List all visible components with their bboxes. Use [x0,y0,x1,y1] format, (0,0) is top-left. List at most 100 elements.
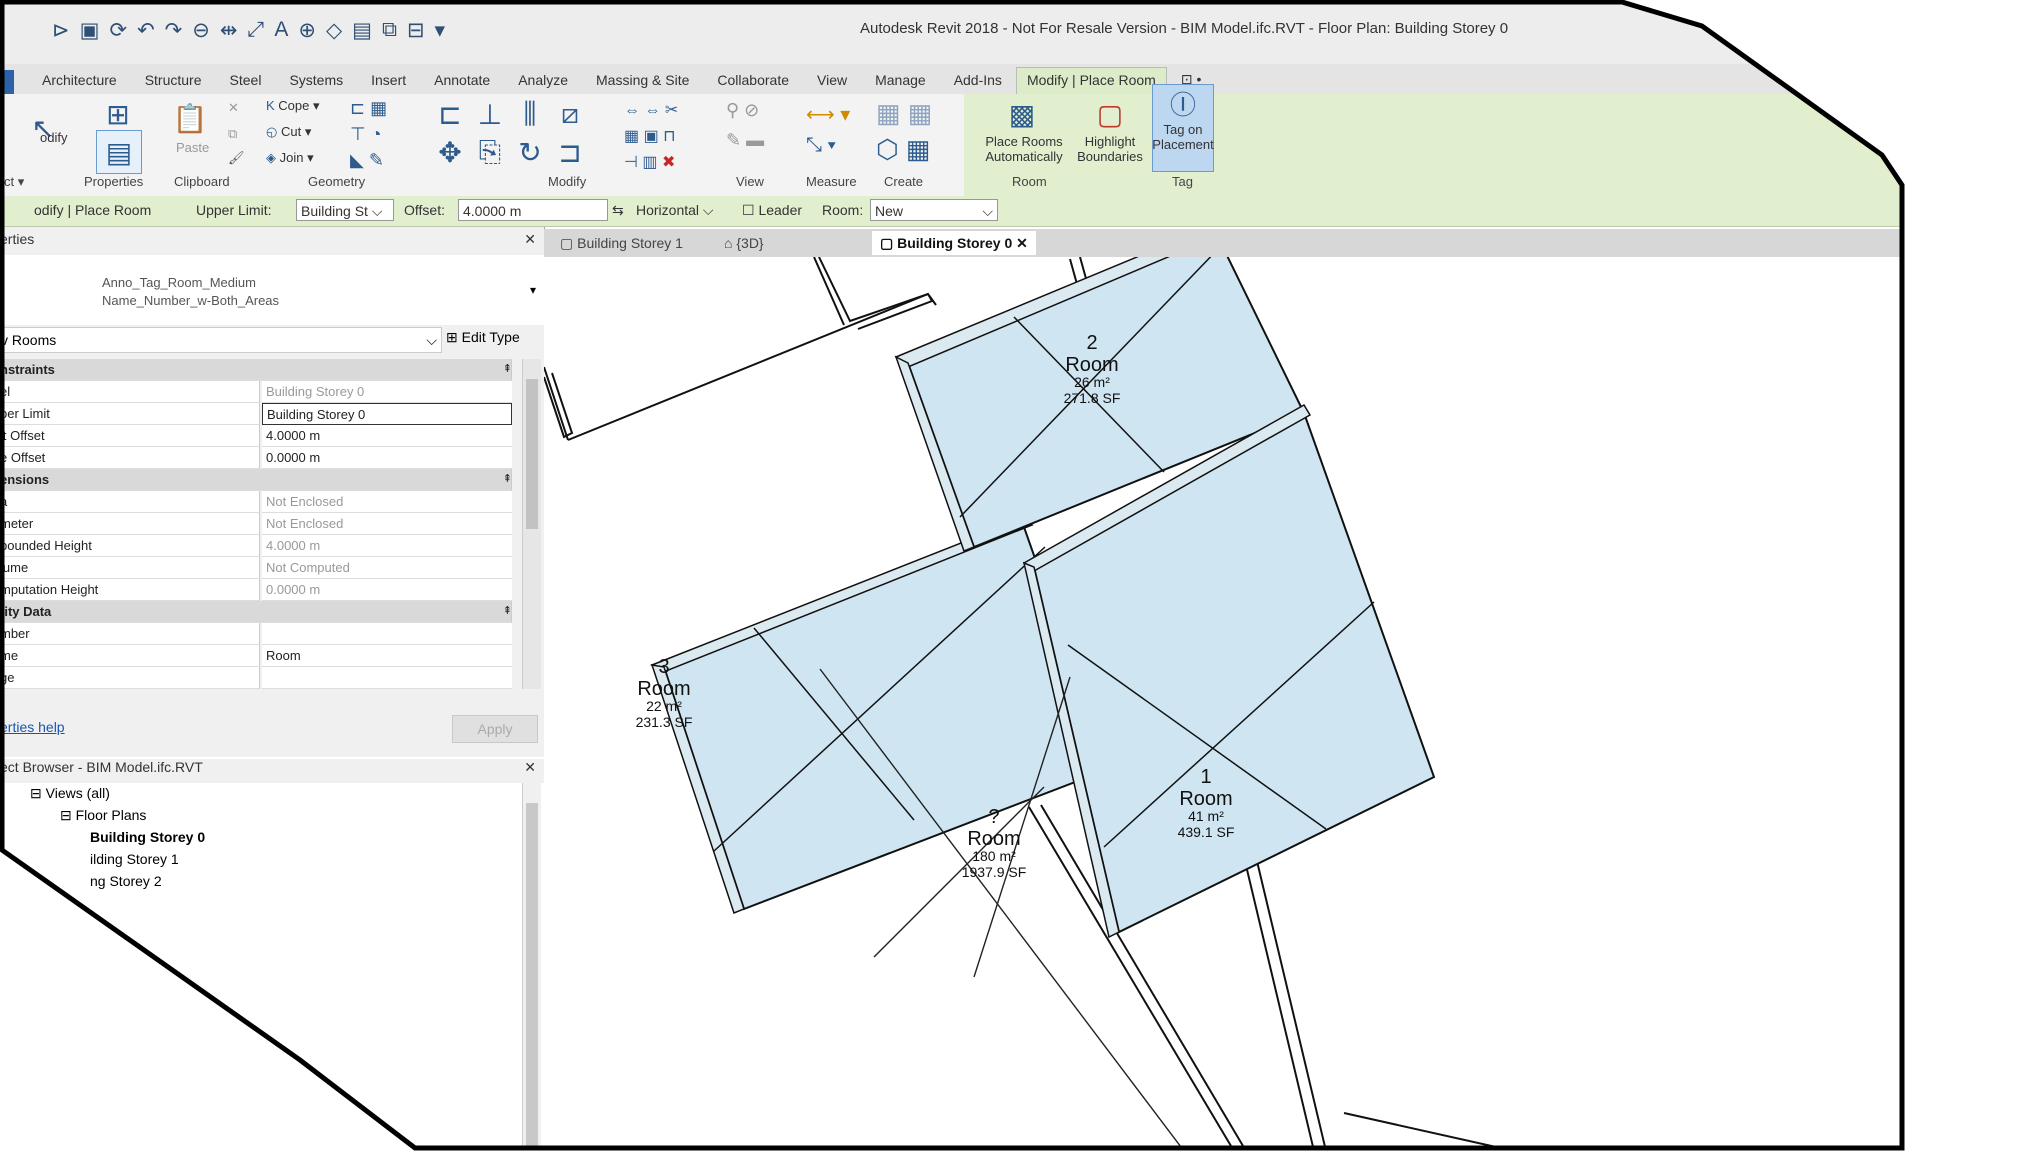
cut-clipboard-icon[interactable]: ✕ [228,100,239,116]
measure-icon[interactable]: ⟷ ▾ [806,102,850,127]
match-type-icon[interactable]: 🖌 [228,150,245,166]
override-graphics-icon[interactable]: ✎ ▬ [726,130,764,151]
room-select[interactable]: New ⌵ [870,199,998,221]
view-tools-icon[interactable]: ⚲ ⊘ [726,100,759,121]
trim-button[interactable]: ⊐ [552,134,588,170]
modify-button[interactable]: ↖ [30,98,56,158]
offset-input[interactable]: 4.0000 m [458,199,608,221]
browser-tree-item[interactable]: ng Storey 2 [90,873,162,889]
close-hidden-icon[interactable]: ⧉ [382,18,397,42]
delete-icon[interactable]: ✖ [662,154,675,171]
browser-tree-item[interactable]: Building Storey 0 [90,829,205,845]
align-button[interactable]: ⊏ [432,96,468,132]
view-tab[interactable]: ⌂ {3D} [716,231,772,255]
apply-button[interactable]: Apply [452,715,538,743]
open-icon[interactable]: ⊳ [52,18,70,43]
3d-view-icon[interactable]: ⊕ [298,18,316,43]
ribbon-tab[interactable]: Architecture [28,72,131,94]
view-tab[interactable]: ▢ Building Storey 1 [552,231,691,255]
ribbon-tab[interactable]: View [803,72,861,94]
property-section-header[interactable]: nstraints ⇞ [0,359,520,381]
pin-icon[interactable]: ⊣ ▥ ✖ [624,152,675,172]
split-icon[interactable]: ⇔ ⇔ ✂ [624,100,678,120]
join-button[interactable]: ◈ Join ▾ [266,150,314,166]
property-row[interactable]: mber [0,623,520,645]
property-row[interactable]: el Building Storey 0 [0,381,520,403]
scrollbar-thumb[interactable] [526,379,538,529]
tree-toggle-icon[interactable]: ⊟ [60,807,76,823]
dimension-icon[interactable]: ⤢ [248,18,265,42]
instance-filter-select[interactable]: v Rooms ⌵ [0,327,442,353]
property-value[interactable]: 0.0000 m [262,447,512,469]
paste-button[interactable]: 📋 [170,98,210,138]
browser-tree-item[interactable]: ⊟ Views (all) [30,785,110,802]
ribbon-tab[interactable]: Collaborate [703,72,803,94]
mirror-axis-button[interactable]: ⫼ [512,96,548,132]
create-assembly-icon[interactable]: ▦ ▦ [876,98,932,129]
file-tab[interactable] [0,70,14,94]
save-icon[interactable]: ▣ [80,18,100,43]
collapse-section-icon[interactable]: ⇞ [503,362,512,375]
property-row[interactable]: e Offset 0.0000 m [0,447,520,469]
text-icon[interactable]: A [274,18,288,42]
property-value[interactable]: 4.0000 m [262,425,512,447]
properties-help-link[interactable]: erties help [0,719,65,735]
tag-on-placement-button[interactable]: Ⓘ Tag on Placement [1152,84,1214,172]
orientation-select[interactable]: Horizontal ⌵ [636,202,714,219]
leader-checkbox[interactable]: ☐ Leader [742,202,802,219]
property-row[interactable]: me Room [0,645,520,667]
array-icon[interactable]: ▦ ▣ ⊓ [624,126,676,146]
thin-lines-icon[interactable]: ▤ [352,18,372,43]
copy-button[interactable]: ⎘ [472,134,508,170]
view-tab[interactable]: ▢ Building Storey 0 ✕ [872,231,1036,255]
move-button[interactable]: ✥ [432,134,468,170]
properties-button[interactable]: ▤ [96,130,142,174]
ribbon-tab[interactable]: Systems [275,72,357,94]
property-row[interactable]: a Not Enclosed [0,491,520,513]
ribbon-tab[interactable]: Modify | Place Room [1015,67,1167,94]
tree-toggle-icon[interactable]: ⊟ [30,785,46,801]
cope-button[interactable]: K Cope ▾ [266,98,320,114]
collapse-section-icon[interactable]: ⇞ [503,472,512,485]
property-value[interactable]: Building Storey 0 [262,403,512,425]
ribbon-tab[interactable]: Massing & Site [582,72,703,94]
browser-scrollbar[interactable] [522,783,541,1148]
property-row[interactable]: bounded Height 4.0000 m [0,535,520,557]
edit-type-button[interactable]: ⊞ Edit Type [446,329,520,346]
mirror-draw-button[interactable]: ⧄ [552,96,588,132]
ribbon-tab[interactable]: Annotate [420,72,504,94]
property-row[interactable]: meter Not Enclosed [0,513,520,535]
print-icon[interactable]: ⊖ [192,18,210,43]
customize-qat-icon[interactable]: ▾ [435,18,446,43]
property-row[interactable]: it Offset 4.0000 m [0,425,520,447]
redo-icon[interactable]: ↷ [165,18,183,43]
ribbon-tab[interactable]: Analyze [504,72,582,94]
type-selector[interactable]: Anno_Tag_Room_Medium Name_Number_w-Both_… [0,255,544,325]
property-section-header[interactable]: tity Data ⇞ [0,601,520,623]
measure-icon[interactable]: ⇹ [220,18,238,43]
type-properties-button[interactable]: ⊞ [96,98,140,130]
offset-button[interactable]: ⊥ [472,96,508,132]
ribbon-tab[interactable]: Insert [357,72,420,94]
copy-clipboard-icon[interactable]: ⧉ [228,126,237,142]
split-face-icon[interactable]: ⊤ ◔ [350,124,382,145]
ribbon-tab[interactable]: Structure [131,72,216,94]
ribbon-tab[interactable]: Add-Ins [940,72,1016,94]
floor-plan[interactable]: 2 Room 26 m² 271.8 SF 3 Room 22 m² 231.3… [543,224,1902,1151]
undo-icon[interactable]: ↶ [137,18,155,43]
place-rooms-auto-button[interactable]: ▩ [1004,96,1040,132]
property-row[interactable]: per Limit Building Storey 0 [0,403,520,425]
drawing-canvas[interactable]: 2 Room 26 m² 271.8 SF 3 Room 22 m² 231.3… [543,224,1902,1151]
highlight-boundaries-button[interactable]: ▢ [1092,96,1128,132]
dimension-measure-icon[interactable]: ⤡ ▾ [806,134,836,157]
scrollbar-thumb[interactable] [526,803,538,1148]
switch-windows-icon[interactable]: ⊟ [407,18,425,43]
section-icon[interactable]: ◇ [326,18,342,43]
property-section-header[interactable]: ensions ⇞ [0,469,520,491]
ribbon-tab[interactable]: Steel [216,72,276,94]
close-icon[interactable]: ✕ [524,759,536,776]
ribbon-tab[interactable]: Manage [861,72,940,94]
paint-icon[interactable]: ◣ ✎ [350,150,384,171]
cut-geometry-button[interactable]: ◵ Cut ▾ [266,124,311,140]
create-parts-icon[interactable]: ⬡ ▦ [876,134,931,165]
